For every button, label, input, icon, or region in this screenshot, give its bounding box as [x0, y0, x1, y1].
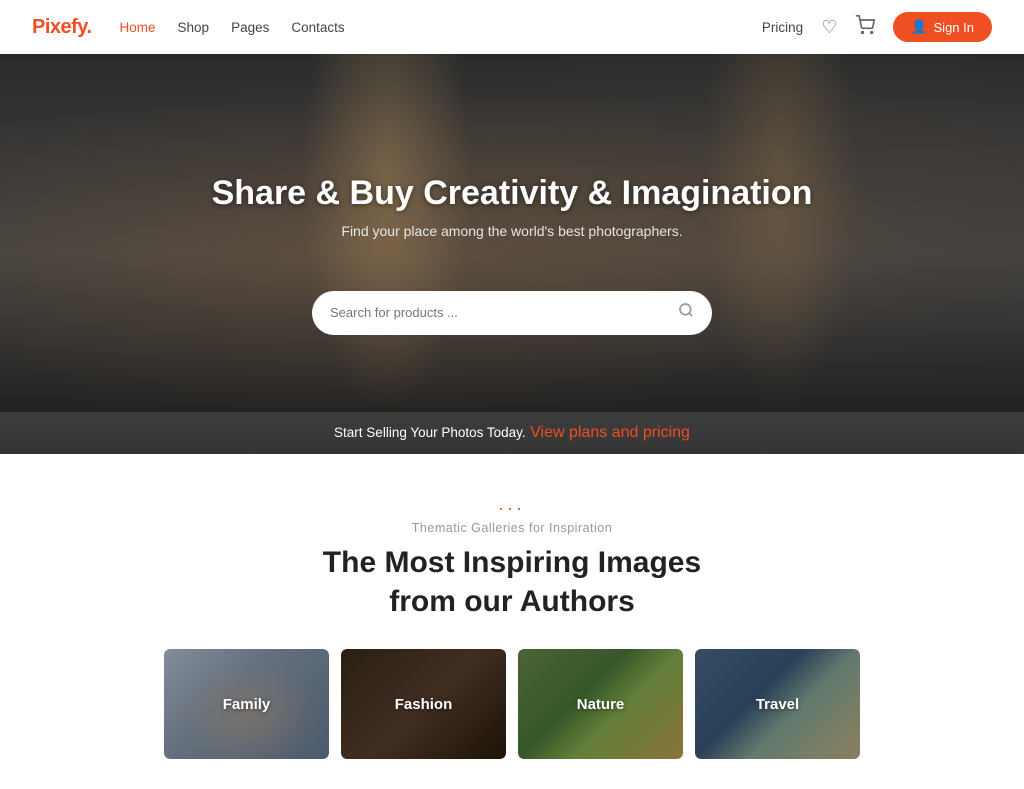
gallery-card-nature[interactable]: Nature [518, 649, 683, 759]
hero-title: Share & Buy Creativity & Imagination [212, 174, 813, 213]
sign-in-button[interactable]: 👤 Sign In [893, 12, 992, 42]
nav-pages[interactable]: Pages [231, 20, 269, 35]
hero-content: Share & Buy Creativity & Imagination Fin… [212, 174, 813, 261]
nav-links: Home Shop Pages Contacts [120, 20, 345, 35]
cta-text: Start Selling Your Photos Today. [334, 425, 526, 440]
logo[interactable]: Pixefy. [32, 16, 92, 39]
gallery-card-family[interactable]: Family [164, 649, 329, 759]
section-title-line1: The Most Inspiring Images [323, 546, 701, 579]
search-input[interactable] [330, 305, 678, 320]
card-nature-overlay: Nature [518, 649, 683, 759]
gallery-card-travel[interactable]: Travel [695, 649, 860, 759]
logo-dot: . [86, 16, 91, 38]
cta-strip: Start Selling Your Photos Today. View pl… [0, 412, 1024, 454]
gallery-section: ... Thematic Galleries for Inspiration T… [0, 454, 1024, 789]
card-fashion-label: Fashion [395, 696, 453, 713]
navbar-left: Pixefy. Home Shop Pages Contacts [32, 16, 345, 39]
section-title: The Most Inspiring Images from our Autho… [32, 543, 992, 621]
navbar: Pixefy. Home Shop Pages Contacts Pricing… [0, 0, 1024, 54]
card-nature-label: Nature [577, 696, 625, 713]
card-travel-overlay: Travel [695, 649, 860, 759]
card-family-overlay: Family [164, 649, 329, 759]
gallery-cards: Family Fashion Nature Travel [32, 649, 992, 759]
pricing-link[interactable]: Pricing [762, 20, 803, 35]
logo-text: Pixefy [32, 16, 86, 38]
cart-icon[interactable] [855, 15, 875, 40]
cta-link[interactable]: View plans and pricing [530, 424, 690, 441]
card-family-label: Family [223, 696, 271, 713]
search-bar[interactable] [312, 291, 712, 335]
card-fashion-overlay: Fashion [341, 649, 506, 759]
sign-in-label: Sign In [934, 20, 974, 35]
user-icon: 👤 [911, 19, 927, 35]
section-title-line2: from our Authors [389, 585, 635, 618]
gallery-card-fashion[interactable]: Fashion [341, 649, 506, 759]
nav-shop[interactable]: Shop [178, 20, 210, 35]
card-travel-label: Travel [756, 696, 799, 713]
search-icon[interactable] [678, 302, 694, 323]
navbar-right: Pricing ♡ 👤 Sign In [762, 12, 992, 42]
nav-home[interactable]: Home [120, 20, 156, 35]
nav-contacts[interactable]: Contacts [291, 20, 344, 35]
heart-icon[interactable]: ♡ [821, 17, 837, 38]
section-dots: ... [32, 494, 992, 515]
hero-section: Share & Buy Creativity & Imagination Fin… [0, 54, 1024, 454]
section-subtitle: Thematic Galleries for Inspiration [32, 521, 992, 535]
hero-subtitle: Find your place among the world's best p… [212, 223, 813, 239]
